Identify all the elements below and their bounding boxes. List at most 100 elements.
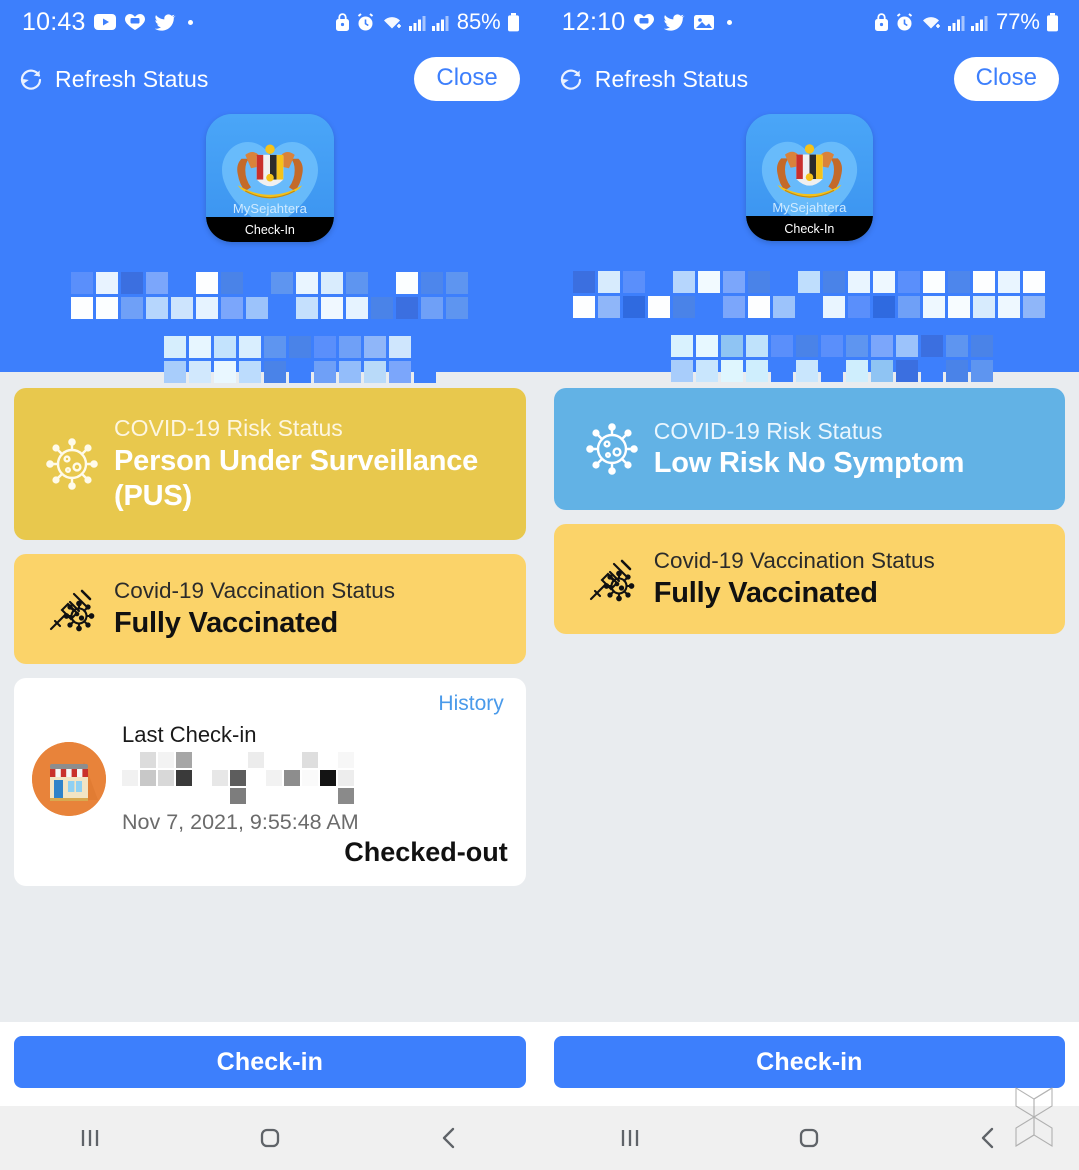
home-icon[interactable] bbox=[180, 1125, 360, 1151]
image-icon bbox=[693, 13, 715, 31]
status-bar-right: 77% bbox=[874, 9, 1059, 35]
refresh-status-label: Refresh Status bbox=[594, 65, 749, 92]
wifi-icon bbox=[920, 13, 942, 31]
signal-2-icon bbox=[431, 14, 449, 31]
vaccination-card-status: Fully Vaccinated bbox=[653, 577, 878, 609]
twitter-icon bbox=[154, 13, 176, 31]
covid-risk-status-card[interactable]: COVID-19 Risk Status Low Risk No Symptom bbox=[553, 388, 1065, 510]
check-in-button[interactable]: Check-in bbox=[553, 1036, 1065, 1088]
status-content-left: COVID-19 Risk Status Person Under Survei… bbox=[0, 372, 540, 1022]
back-icon[interactable] bbox=[360, 1125, 540, 1151]
signal-1-icon bbox=[408, 14, 426, 31]
virus-icon bbox=[570, 421, 654, 477]
back-icon[interactable] bbox=[899, 1125, 1079, 1151]
status-bar-right: 85% bbox=[335, 9, 520, 35]
redacted-row bbox=[122, 770, 508, 786]
android-status-bar: 10:43 85% bbox=[0, 0, 540, 44]
vaccination-status-card[interactable]: Covid-19 Vaccination Status Fully Vaccin… bbox=[14, 554, 526, 664]
heart-chat-icon bbox=[633, 13, 655, 31]
vaccination-card-text: Covid-19 Vaccination Status Fully Vaccin… bbox=[114, 577, 395, 641]
header-toolbar: Refresh Status Close bbox=[0, 52, 540, 106]
status-bar-left: 10:43 bbox=[22, 8, 193, 37]
refresh-icon bbox=[558, 66, 584, 92]
app-icon-wrap: MySejahtera Check-In bbox=[540, 114, 1079, 241]
home-icon[interactable] bbox=[720, 1125, 900, 1151]
app-header: Refresh Status Close MySejahtera Check-I… bbox=[539, 44, 1079, 382]
storefront-icon bbox=[32, 741, 106, 816]
signal-2-icon bbox=[970, 14, 988, 31]
app-header: Refresh Status Close MySejahtera Check-I… bbox=[0, 44, 540, 383]
user-name-redacted bbox=[540, 271, 1079, 382]
bottom-action-bar: Check-in bbox=[0, 1022, 540, 1106]
alarm-icon bbox=[895, 12, 914, 32]
vaccination-status-card[interactable]: Covid-19 Vaccination Status Fully Vaccin… bbox=[553, 524, 1065, 634]
redacted-row bbox=[573, 296, 1046, 318]
status-content-right: COVID-19 Risk Status Low Risk No Symptom bbox=[540, 372, 1079, 1022]
vaccination-card-sublabel: Covid-19 Vaccination Status bbox=[653, 548, 935, 574]
redacted-row bbox=[671, 335, 994, 357]
android-status-bar: 12:10 77% bbox=[539, 0, 1079, 44]
status-bar-clock: 12:10 bbox=[561, 7, 626, 36]
twitter-icon bbox=[663, 13, 686, 31]
vaccination-card-text: Covid-19 Vaccination Status Fully Vaccin… bbox=[654, 547, 935, 611]
checkin-lines: Last Check-in Nov 7, 2021, 9:55:48 AM bbox=[122, 722, 508, 835]
heart-chat-icon bbox=[124, 13, 146, 31]
venue-name-redacted bbox=[122, 752, 508, 804]
user-name-redacted bbox=[0, 272, 540, 383]
more-dot-icon bbox=[187, 19, 193, 25]
virus-icon bbox=[30, 436, 114, 492]
last-checkin-title: Last Check-in bbox=[122, 722, 257, 747]
last-checkin-card[interactable]: History Last Check-in Nov 7, 2021, 9:55:… bbox=[14, 678, 526, 886]
recents-icon[interactable] bbox=[0, 1125, 180, 1151]
risk-card-text: COVID-19 Risk Status Low Risk No Symptom bbox=[653, 417, 965, 481]
refresh-status-button[interactable]: Refresh Status bbox=[18, 66, 209, 93]
checkin-body: Last Check-in Nov 7, 2021, 9:55:48 AM bbox=[32, 722, 508, 835]
status-bar-left: 12:10 bbox=[562, 8, 733, 37]
refresh-status-label: Refresh Status bbox=[55, 65, 209, 92]
syringe-virus-icon bbox=[30, 583, 114, 635]
risk-card-sublabel: COVID-19 Risk Status bbox=[114, 415, 343, 442]
header-toolbar: Refresh Status Close bbox=[540, 52, 1079, 106]
mysejahtera-app-icon: MySejahtera Check-In bbox=[745, 114, 873, 241]
redacted-row bbox=[163, 336, 436, 358]
close-button[interactable]: Close bbox=[953, 57, 1059, 101]
battery-percent-label: 85% bbox=[456, 9, 501, 34]
redacted-row bbox=[71, 272, 469, 294]
refresh-status-button[interactable]: Refresh Status bbox=[558, 66, 749, 93]
redacted-row bbox=[122, 752, 508, 768]
covid-risk-status-card[interactable]: COVID-19 Risk Status Person Under Survei… bbox=[14, 388, 526, 540]
lock-icon bbox=[335, 12, 350, 32]
screen-right: 12:10 77% Refresh Status Close MySejahte… bbox=[539, 0, 1079, 1170]
history-link[interactable]: History bbox=[438, 692, 503, 716]
app-icon-banner: Check-In bbox=[205, 217, 334, 242]
app-icon-banner: Check-In bbox=[745, 216, 873, 241]
signal-1-icon bbox=[947, 14, 965, 31]
app-icon-label: MySejahtera bbox=[772, 200, 847, 215]
close-button[interactable]: Close bbox=[414, 57, 520, 101]
mysejahtera-app-icon: MySejahtera Check-In bbox=[205, 114, 334, 242]
risk-card-sublabel: COVID-19 Risk Status bbox=[653, 417, 883, 444]
risk-card-status: Low Risk No Symptom bbox=[653, 447, 965, 480]
dual-screenshot-comparison: 10:43 85% Refresh Status Close MySejahte… bbox=[0, 0, 1079, 1170]
battery-icon bbox=[1046, 12, 1059, 32]
lock-icon bbox=[874, 12, 889, 32]
check-in-button[interactable]: Check-in bbox=[14, 1036, 526, 1088]
more-dot-icon bbox=[727, 19, 733, 25]
vaccination-card-sublabel: Covid-19 Vaccination Status bbox=[114, 578, 395, 604]
risk-card-status: Person Under Surveillance (PUS) bbox=[114, 444, 479, 512]
android-nav-bar bbox=[539, 1106, 1079, 1170]
syringe-virus-icon bbox=[570, 553, 654, 605]
bottom-action-bar: Check-in bbox=[539, 1022, 1079, 1106]
app-icon-label: MySejahtera bbox=[232, 201, 307, 216]
battery-percent-label: 77% bbox=[995, 9, 1040, 34]
redacted-row bbox=[573, 271, 1046, 293]
recents-icon[interactable] bbox=[540, 1125, 720, 1151]
last-checkin-timestamp: Nov 7, 2021, 9:55:48 AM bbox=[122, 810, 359, 834]
status-bar-clock: 10:43 bbox=[22, 7, 86, 36]
redacted-row bbox=[71, 297, 469, 319]
alarm-icon bbox=[356, 12, 375, 32]
checkin-status-badge: Checked-out bbox=[344, 837, 508, 867]
vaccination-card-status: Fully Vaccinated bbox=[114, 607, 339, 639]
android-nav-bar bbox=[0, 1106, 540, 1170]
battery-icon bbox=[507, 12, 520, 32]
